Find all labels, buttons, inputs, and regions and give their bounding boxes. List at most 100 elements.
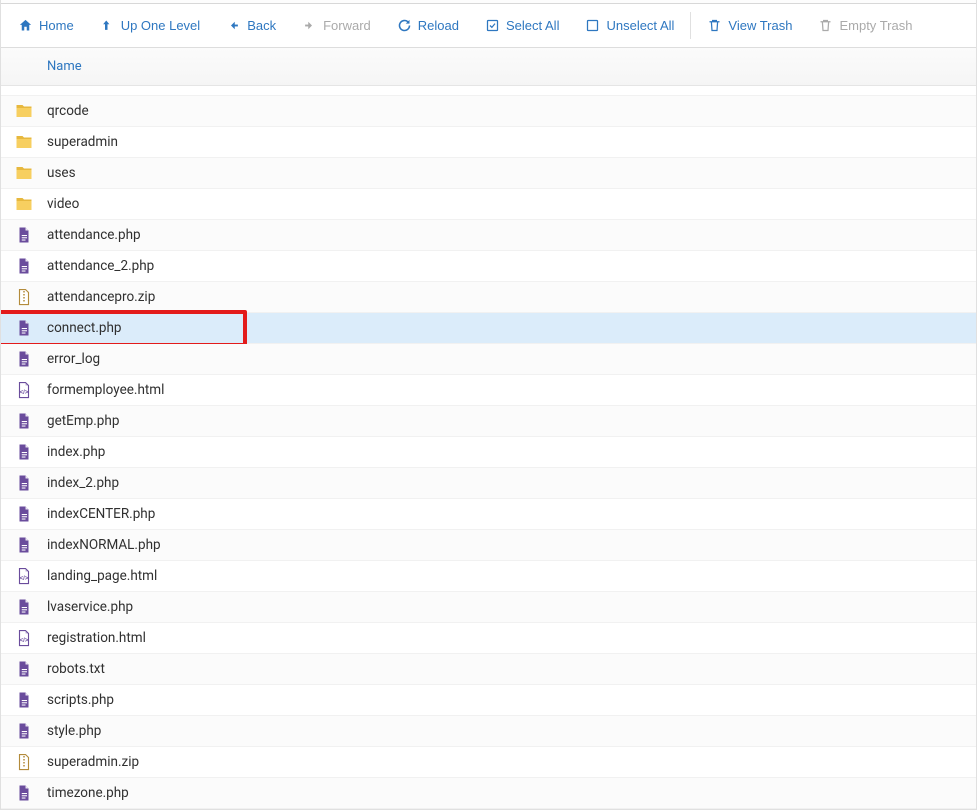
empty-trash-label: Empty Trash bbox=[839, 18, 912, 33]
file-name: scripts.php bbox=[47, 692, 114, 708]
php-icon bbox=[15, 474, 33, 492]
file-name: index.php bbox=[47, 444, 105, 460]
file-row[interactable]: superadmin bbox=[1, 127, 976, 158]
php-icon bbox=[15, 691, 33, 709]
unselect-all-button[interactable]: Unselect All bbox=[572, 4, 687, 47]
file-row[interactable]: attendancepro.zip bbox=[1, 282, 976, 313]
level-up-icon bbox=[100, 18, 115, 33]
file-row[interactable]: style.php bbox=[1, 716, 976, 747]
folder-icon bbox=[15, 164, 33, 182]
php-icon bbox=[15, 257, 33, 275]
file-name: landing_page.html bbox=[47, 568, 157, 584]
file-row[interactable]: indexNORMAL.php bbox=[1, 530, 976, 561]
file-name: indexNORMAL.php bbox=[47, 537, 161, 553]
file-row[interactable]: attendance_2.php bbox=[1, 251, 976, 282]
file-name: attendance_2.php bbox=[47, 258, 154, 274]
zip-icon bbox=[15, 753, 33, 771]
html-icon: </> bbox=[15, 629, 33, 647]
file-name: superadmin bbox=[47, 134, 118, 150]
file-row[interactable]: timezone.php bbox=[1, 778, 976, 809]
view-trash-button[interactable]: View Trash bbox=[694, 4, 805, 47]
file-row[interactable]: getEmp.php bbox=[1, 406, 976, 437]
file-name: video bbox=[47, 196, 79, 212]
file-row[interactable]: superadmin.zip bbox=[1, 747, 976, 778]
select-all-label: Select All bbox=[506, 18, 559, 33]
file-name: getEmp.php bbox=[47, 413, 119, 429]
column-name-header[interactable]: Name bbox=[47, 59, 82, 74]
php-icon bbox=[15, 722, 33, 740]
home-button[interactable]: Home bbox=[5, 4, 87, 47]
file-row[interactable]: robots.txt bbox=[1, 654, 976, 685]
unselect-all-label: Unselect All bbox=[606, 18, 674, 33]
html-icon: </> bbox=[15, 567, 33, 585]
file-row[interactable]: PHPMailer bbox=[1, 86, 976, 96]
trash-icon bbox=[707, 18, 722, 33]
empty-square-icon bbox=[585, 18, 600, 33]
file-row[interactable]: index.php bbox=[1, 437, 976, 468]
file-name: lvaservice.php bbox=[47, 599, 133, 615]
zip-icon bbox=[15, 288, 33, 306]
up-one-label: Up One Level bbox=[121, 18, 201, 33]
svg-text:</>: </> bbox=[20, 638, 29, 644]
file-name: superadmin.zip bbox=[47, 754, 139, 770]
back-button[interactable]: Back bbox=[213, 4, 289, 47]
up-one-level-button[interactable]: Up One Level bbox=[87, 4, 214, 47]
svg-text:</>: </> bbox=[20, 576, 29, 582]
file-name: attendance.php bbox=[47, 227, 141, 243]
file-name: formemployee.html bbox=[47, 382, 164, 398]
file-row[interactable]: video bbox=[1, 189, 976, 220]
folder-icon bbox=[15, 195, 33, 213]
toolbar: Home Up One Level Back Forward Reload bbox=[1, 4, 976, 48]
php-icon bbox=[15, 350, 33, 368]
highlight-box bbox=[1, 310, 247, 347]
reload-label: Reload bbox=[418, 18, 459, 33]
view-trash-label: View Trash bbox=[728, 18, 792, 33]
back-label: Back bbox=[247, 18, 276, 33]
file-name: qrcode bbox=[47, 103, 89, 119]
php-icon bbox=[15, 319, 33, 337]
file-name: timezone.php bbox=[47, 785, 129, 801]
select-all-button[interactable]: Select All bbox=[472, 4, 572, 47]
folder-icon bbox=[15, 102, 33, 120]
php-icon bbox=[15, 226, 33, 244]
file-manager: Home Up One Level Back Forward Reload bbox=[0, 0, 977, 810]
file-name: index_2.php bbox=[47, 475, 119, 491]
file-row[interactable]: index_2.php bbox=[1, 468, 976, 499]
check-square-icon bbox=[485, 18, 500, 33]
php-icon bbox=[15, 598, 33, 616]
file-name: error_log bbox=[47, 351, 100, 367]
file-name: robots.txt bbox=[47, 661, 105, 677]
home-icon bbox=[18, 18, 33, 33]
file-row[interactable]: indexCENTER.php bbox=[1, 499, 976, 530]
toolbar-separator bbox=[690, 12, 691, 39]
php-icon bbox=[15, 660, 33, 678]
file-row[interactable]: attendance.php bbox=[1, 220, 976, 251]
html-icon: </> bbox=[15, 381, 33, 399]
file-list: PHPMailer qrcode superadmin uses video attend… bbox=[1, 86, 976, 809]
column-header-row: Name bbox=[1, 48, 976, 86]
file-row[interactable]: error_log bbox=[1, 344, 976, 375]
file-name: indexCENTER.php bbox=[47, 506, 155, 522]
file-row[interactable]: </> landing_page.html bbox=[1, 561, 976, 592]
php-icon bbox=[15, 536, 33, 554]
php-icon bbox=[15, 443, 33, 461]
file-name: attendancepro.zip bbox=[47, 289, 155, 305]
file-row[interactable]: qrcode bbox=[1, 96, 976, 127]
forward-button: Forward bbox=[289, 4, 384, 47]
php-icon bbox=[15, 412, 33, 430]
trash-icon bbox=[818, 18, 833, 33]
file-row[interactable]: </> registration.html bbox=[1, 623, 976, 654]
file-row[interactable]: lvaservice.php bbox=[1, 592, 976, 623]
reload-icon bbox=[397, 18, 412, 33]
empty-trash-button: Empty Trash bbox=[805, 4, 925, 47]
arrow-left-icon bbox=[226, 18, 241, 33]
file-row[interactable]: uses bbox=[1, 158, 976, 189]
file-name: style.php bbox=[47, 723, 101, 739]
file-row[interactable]: connect.php bbox=[1, 313, 976, 344]
php-icon bbox=[15, 784, 33, 802]
file-name: registration.html bbox=[47, 630, 146, 646]
php-icon bbox=[15, 505, 33, 523]
reload-button[interactable]: Reload bbox=[384, 4, 472, 47]
file-row[interactable]: scripts.php bbox=[1, 685, 976, 716]
file-row[interactable]: </> formemployee.html bbox=[1, 375, 976, 406]
